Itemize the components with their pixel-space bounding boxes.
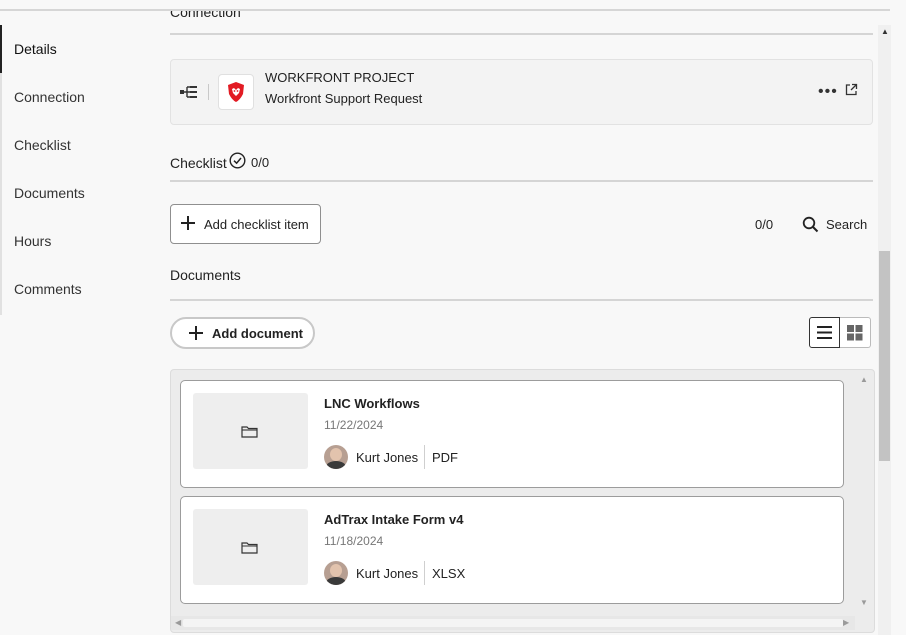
scrollbar-thumb[interactable] [879, 251, 890, 461]
scroll-left-icon[interactable]: ◀ [175, 619, 181, 627]
grid-view-toggle[interactable] [840, 317, 871, 348]
documents-divider [170, 299, 873, 301]
divider [208, 84, 209, 100]
documents-horizontal-scrollbar[interactable]: ◀ ▶ [171, 616, 855, 630]
sidebar-item-label: Hours [14, 233, 52, 249]
sidebar-item-label: Checklist [14, 137, 71, 153]
folder-icon [241, 426, 258, 438]
divider [424, 445, 425, 469]
button-label: Add checklist item [204, 217, 309, 232]
plus-icon [189, 326, 203, 340]
check-circle-icon [229, 152, 246, 169]
sidebar-item-label: Connection [14, 89, 85, 105]
connection-name: Workfront Support Request [265, 91, 423, 106]
document-date: 11/18/2024 [324, 534, 384, 548]
connection-divider [170, 33, 873, 35]
hierarchy-icon [180, 86, 197, 98]
avatar [324, 561, 348, 585]
sidebar-item-hours[interactable]: Hours [0, 217, 160, 265]
checklist-counter: 0/0 [755, 217, 774, 232]
document-date: 11/22/2024 [324, 418, 384, 432]
scroll-right-icon[interactable]: ▶ [843, 619, 849, 627]
documents-list: LNC Workflows 11/22/2024 Kurt Jones PDF … [170, 369, 875, 633]
document-thumbnail [193, 393, 308, 469]
scroll-up-icon[interactable]: ▲ [881, 28, 889, 36]
document-owner: Kurt Jones [356, 450, 419, 465]
list-icon [817, 326, 832, 339]
document-card[interactable]: AdTrax Intake Form v4 11/18/2024 Kurt Jo… [180, 496, 844, 604]
add-checklist-item-button[interactable]: Add checklist item [170, 204, 321, 244]
connection-type: WORKFRONT PROJECT [265, 70, 415, 85]
scroll-up-icon[interactable]: ▲ [860, 376, 868, 384]
search-icon [802, 216, 819, 233]
divider [424, 561, 425, 585]
list-view-toggle[interactable] [809, 317, 840, 348]
search-label: Search [826, 217, 868, 232]
connection-card: WORKFRONT PROJECT Workfront Support Requ… [170, 59, 873, 125]
checklist-count: 0/0 [251, 155, 270, 170]
connection-heading: Connection [170, 11, 241, 20]
page-vertical-scrollbar[interactable]: ▲ [878, 25, 891, 635]
sidebar-item-connection[interactable]: Connection [0, 73, 160, 121]
document-card[interactable]: LNC Workflows 11/22/2024 Kurt Jones PDF [180, 380, 844, 488]
sidebar-item-comments[interactable]: Comments [0, 265, 160, 313]
document-name[interactable]: AdTrax Intake Form v4 [324, 512, 463, 527]
document-type: PDF [432, 450, 458, 465]
sidebar-item-details[interactable]: Details [0, 25, 160, 73]
document-name[interactable]: LNC Workflows [324, 396, 420, 411]
more-options-icon[interactable]: ••• [818, 84, 838, 100]
document-type: XLSX [432, 566, 466, 581]
avatar [324, 445, 348, 469]
sidebar-item-documents[interactable]: Documents [0, 169, 160, 217]
sidebar-item-label: Documents [14, 185, 85, 201]
document-owner: Kurt Jones [356, 566, 419, 581]
lion-shield-icon [228, 82, 244, 102]
scrollbar-thumb[interactable] [183, 619, 843, 627]
scroll-down-icon[interactable]: ▼ [860, 599, 868, 607]
document-thumbnail [193, 509, 308, 585]
open-external-icon[interactable] [845, 83, 858, 96]
checklist-heading: Checklist [170, 155, 227, 171]
workfront-logo [218, 74, 254, 110]
sidebar-item-checklist[interactable]: Checklist [0, 121, 160, 169]
add-document-button[interactable]: Add document [170, 317, 315, 349]
sidebar-item-label: Comments [14, 281, 82, 297]
grid-icon [847, 325, 863, 341]
documents-vertical-scrollbar[interactable]: ▲ ▼ [855, 370, 872, 616]
documents-heading: Documents [170, 267, 241, 283]
button-label: Add document [212, 326, 303, 341]
search-button[interactable]: Search [802, 214, 872, 234]
checklist-divider [170, 180, 873, 182]
folder-icon [241, 542, 258, 554]
plus-icon [181, 216, 195, 230]
sidebar-item-label: Details [14, 41, 57, 57]
top-divider [0, 0, 890, 11]
sidebar: Details Connection Checklist Documents H… [0, 25, 160, 313]
